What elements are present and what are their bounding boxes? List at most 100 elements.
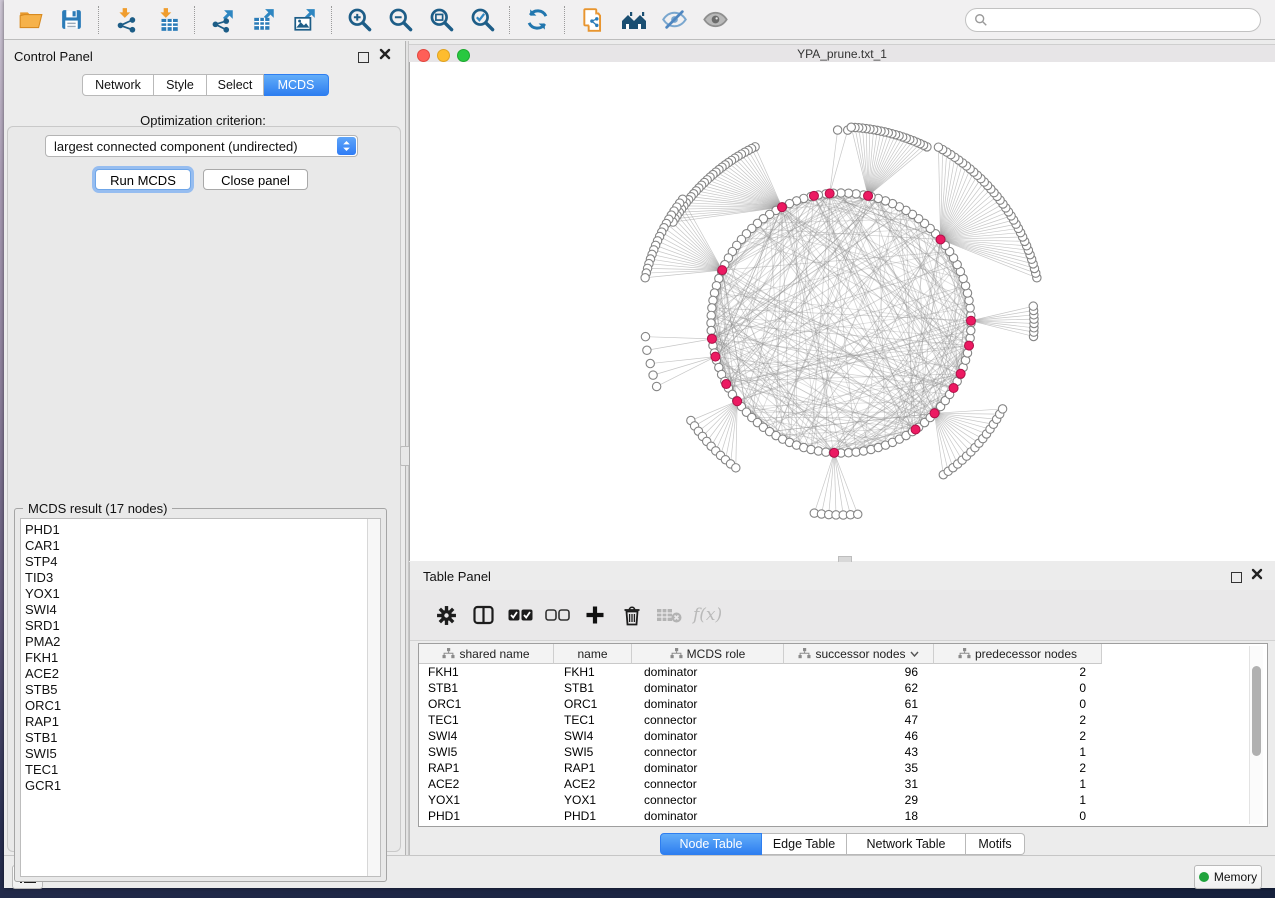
- column-header-shared-name[interactable]: shared name: [419, 644, 554, 664]
- mcds-list-item[interactable]: STB1: [21, 730, 380, 746]
- tab-motifs[interactable]: Motifs: [966, 833, 1025, 855]
- mcds-list-item[interactable]: GCR1: [21, 778, 380, 794]
- toggle-panes-button[interactable]: [465, 597, 502, 633]
- table-row[interactable]: TEC1TEC1connector472: [419, 712, 1102, 728]
- table-cell[interactable]: ACE2: [419, 776, 554, 792]
- table-cell[interactable]: dominator: [632, 696, 784, 712]
- tab-network-table[interactable]: Network Table: [847, 833, 966, 855]
- minimize-traffic-light[interactable]: [437, 49, 450, 62]
- criterion-dropdown[interactable]: largest connected component (undirected): [45, 135, 358, 157]
- zoom-out-button[interactable]: [380, 3, 421, 37]
- table-cell[interactable]: 2: [934, 728, 1102, 744]
- table-cell[interactable]: STB1: [419, 680, 554, 696]
- column-header-predecessor-nodes[interactable]: predecessor nodes: [934, 644, 1102, 664]
- export-image-button[interactable]: [284, 3, 325, 37]
- network-canvas[interactable]: [409, 62, 1275, 561]
- table-cell[interactable]: 2: [934, 712, 1102, 728]
- tab-edge-table[interactable]: Edge Table: [762, 833, 847, 855]
- tab-select[interactable]: Select: [207, 74, 264, 96]
- table-cell[interactable]: TEC1: [419, 712, 554, 728]
- table-cell[interactable]: 0: [934, 808, 1102, 824]
- mcds-list-item[interactable]: STB5: [21, 682, 380, 698]
- table-cell[interactable]: 61: [784, 696, 934, 712]
- mcds-list-item[interactable]: ACE2: [21, 666, 380, 682]
- mcds-list-item[interactable]: SWI5: [21, 746, 380, 762]
- table-cell[interactable]: PHD1: [419, 808, 554, 824]
- mcds-list-item[interactable]: TID3: [21, 570, 380, 586]
- tab-network[interactable]: Network: [82, 74, 154, 96]
- table-cell[interactable]: 31: [784, 776, 934, 792]
- table-row[interactable]: SWI5SWI5connector431: [419, 744, 1102, 760]
- table-scrollbar-thumb[interactable]: [1252, 666, 1261, 756]
- table-row[interactable]: STB1STB1dominator620: [419, 680, 1102, 696]
- table-cell[interactable]: connector: [632, 776, 784, 792]
- table-cell[interactable]: 35: [784, 760, 934, 776]
- table-scrollbar[interactable]: [1249, 646, 1263, 824]
- table-cell[interactable]: ORC1: [419, 696, 554, 712]
- table-cell[interactable]: RAP1: [419, 760, 554, 776]
- clone-network-button[interactable]: [572, 3, 613, 37]
- table-cell[interactable]: connector: [632, 712, 784, 728]
- mcds-list-item[interactable]: ORC1: [21, 698, 380, 714]
- import-network-button[interactable]: [106, 3, 147, 37]
- deselect-all-rows-button[interactable]: [539, 597, 576, 633]
- table-cell[interactable]: dominator: [632, 728, 784, 744]
- mcds-list-item[interactable]: TEC1: [21, 762, 380, 778]
- column-header-successor-nodes[interactable]: successor nodes: [784, 644, 934, 664]
- destroy-table-button[interactable]: [650, 597, 687, 633]
- run-mcds-button[interactable]: Run MCDS: [95, 169, 191, 190]
- add-column-button[interactable]: [576, 597, 613, 633]
- table-cell[interactable]: TEC1: [554, 712, 632, 728]
- table-row[interactable]: RAP1RAP1dominator352: [419, 760, 1102, 776]
- table-cell[interactable]: FKH1: [554, 664, 632, 680]
- table-cell[interactable]: SWI5: [419, 744, 554, 760]
- table-cell[interactable]: 62: [784, 680, 934, 696]
- tab-node-table[interactable]: Node Table: [660, 833, 762, 855]
- delete-column-button[interactable]: [613, 597, 650, 633]
- table-float-icon[interactable]: [1231, 571, 1242, 586]
- mcds-list-item[interactable]: CAR1: [21, 538, 380, 554]
- close-panel-icon[interactable]: [379, 48, 391, 60]
- table-cell[interactable]: 29: [784, 792, 934, 808]
- function-builder-button[interactable]: f(x): [693, 605, 722, 625]
- memory-button[interactable]: Memory: [1194, 865, 1262, 889]
- close-traffic-light[interactable]: [417, 49, 430, 62]
- open-session-button[interactable]: [10, 3, 51, 37]
- table-row[interactable]: PHD1PHD1dominator180: [419, 808, 1102, 824]
- save-session-button[interactable]: [51, 3, 92, 37]
- tab-mcds[interactable]: MCDS: [264, 74, 329, 96]
- table-cell[interactable]: connector: [632, 792, 784, 808]
- table-cell[interactable]: connector: [632, 744, 784, 760]
- table-cell[interactable]: 96: [784, 664, 934, 680]
- mcds-list-item[interactable]: STP4: [21, 554, 380, 570]
- table-cell[interactable]: 0: [934, 696, 1102, 712]
- hide-selected-button[interactable]: [654, 3, 695, 37]
- mcds-list-item[interactable]: FKH1: [21, 650, 380, 666]
- table-cell[interactable]: SWI4: [419, 728, 554, 744]
- select-all-rows-button[interactable]: [502, 597, 539, 633]
- search-input[interactable]: [988, 10, 1260, 30]
- refresh-view-button[interactable]: [517, 3, 558, 37]
- table-cell[interactable]: STB1: [554, 680, 632, 696]
- table-cell[interactable]: PHD1: [554, 808, 632, 824]
- table-cell[interactable]: dominator: [632, 760, 784, 776]
- table-cell[interactable]: 1: [934, 792, 1102, 808]
- table-cell[interactable]: 2: [934, 664, 1102, 680]
- table-cell[interactable]: 1: [934, 744, 1102, 760]
- table-cell[interactable]: 43: [784, 744, 934, 760]
- table-cell[interactable]: 46: [784, 728, 934, 744]
- table-cell[interactable]: 1: [934, 776, 1102, 792]
- mcds-list-item[interactable]: YOX1: [21, 586, 380, 602]
- mcds-list-scrollbar[interactable]: [367, 519, 380, 876]
- mcds-list-item[interactable]: RAP1: [21, 714, 380, 730]
- network-window-titlebar[interactable]: YPA_prune.txt_1: [409, 44, 1275, 64]
- column-header-name[interactable]: name: [554, 644, 632, 664]
- table-cell[interactable]: 47: [784, 712, 934, 728]
- close-panel-button[interactable]: Close panel: [203, 169, 308, 190]
- import-table-button[interactable]: [147, 3, 188, 37]
- mcds-list-item[interactable]: SWI4: [21, 602, 380, 618]
- table-cell[interactable]: dominator: [632, 808, 784, 824]
- table-row[interactable]: ORC1ORC1dominator610: [419, 696, 1102, 712]
- table-cell[interactable]: ACE2: [554, 776, 632, 792]
- table-cell[interactable]: YOX1: [419, 792, 554, 808]
